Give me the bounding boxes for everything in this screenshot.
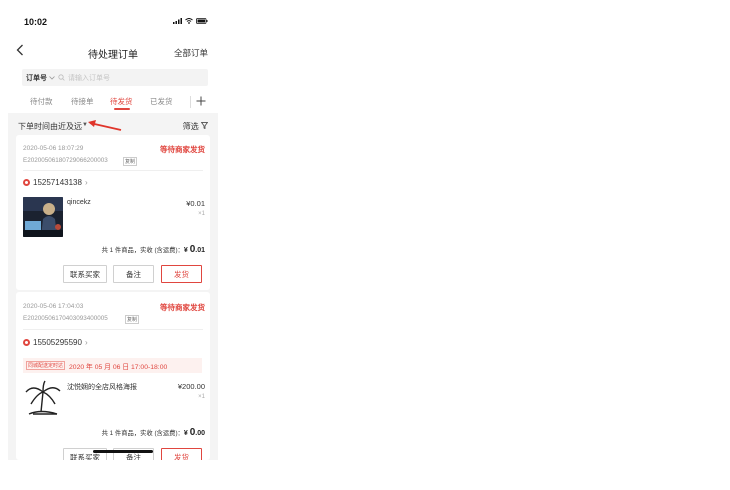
chevron-right-icon: › <box>84 178 88 187</box>
order-datetime: 2020-05-06 18:07:29 <box>23 145 84 152</box>
buyer-phone-link[interactable]: 15505295590 › <box>23 338 88 347</box>
product-name: 沈悦娴的全店风格海报 <box>67 384 137 391</box>
product-price: ¥0.01 <box>186 199 205 208</box>
all-orders-link[interactable]: 全部订单 <box>174 47 208 59</box>
system-icons <box>173 18 208 24</box>
search-bar: 订单号 请输入订单号 <box>8 66 218 92</box>
total-amount: ¥ 0.01 <box>183 244 205 255</box>
tab-shipped[interactable]: 已发货 <box>150 96 173 107</box>
wifi-icon <box>185 18 193 24</box>
search-input[interactable]: 订单号 请输入订单号 <box>22 69 208 86</box>
order-status: 等待商家发货 <box>160 145 205 154</box>
copy-order-button[interactable]: 复制 <box>125 315 140 324</box>
order-status: 等待商家发货 <box>160 303 205 312</box>
ship-button[interactable]: 发货 <box>161 265 202 283</box>
buyer-phone: 15257143138 <box>33 178 82 187</box>
tab-divider <box>190 96 191 108</box>
order-number: E20200506180729066200003 <box>23 157 108 164</box>
order-summary: 共 1 件商品，实收 (含运费)：¥ 0.00 <box>102 427 205 438</box>
add-tab-button[interactable] <box>196 91 206 109</box>
sort-arrow-icon: ▼ <box>82 122 88 128</box>
product-image <box>23 197 63 237</box>
status-time: 10:02 <box>24 17 48 27</box>
delivery-tag: 同城配送定时达 <box>26 361 66 370</box>
contact-buyer-button[interactable]: 联系买家 <box>63 265 107 283</box>
filter-button[interactable]: 筛选 <box>182 121 209 132</box>
buyer-phone-link[interactable]: 15257143138 › <box>23 178 88 187</box>
tab-pending-ship[interactable]: 待发货 <box>110 96 133 107</box>
palm-tree-icon <box>23 378 63 418</box>
delivery-schedule: 同城配送定时达 2020 年 05 月 06 日 17:00-18:00 <box>23 358 202 373</box>
product-thumbnail[interactable] <box>23 197 63 237</box>
funnel-icon <box>200 122 209 130</box>
product-quantity: ×1 <box>198 211 205 217</box>
total-dec: .01 <box>195 247 205 254</box>
search-field-select[interactable]: 订单号 <box>26 73 47 83</box>
total-dec: .00 <box>195 430 205 437</box>
sort-bar: 下单时间由近及远 ▼ 筛选 <box>8 113 218 135</box>
product-price: ¥200.00 <box>177 382 205 391</box>
filter-label: 筛选 <box>182 122 199 131</box>
order-tabs: 待付款 待接单 待发货 已发货 <box>8 92 218 113</box>
product-name: qincekz <box>67 199 91 206</box>
search-icon <box>58 74 65 81</box>
delivery-time: 2020 年 05 月 06 日 17:00-18:00 <box>69 363 168 371</box>
order-card: 2020-05-06 17:04:03 等待商家发货 E202005061704… <box>16 292 210 460</box>
search-placeholder: 请输入订单号 <box>68 74 110 82</box>
phone-screen: 10:02 待处理订单 全部订单 订单号 请输入订单号 待付款 待接单 待发货 … <box>8 8 218 460</box>
chevron-down-icon <box>49 75 55 80</box>
status-bar: 10:02 <box>8 8 218 38</box>
chevron-right-icon: › <box>84 338 88 347</box>
active-tab-indicator <box>114 108 130 110</box>
plus-icon <box>196 96 206 106</box>
summary-text: 共 1 件商品，实收 (含运费)： <box>101 430 184 437</box>
nav-bar: 待处理订单 全部订单 <box>8 38 218 66</box>
total-amount: ¥ 0.00 <box>183 427 205 438</box>
copy-order-button[interactable]: 复制 <box>123 157 138 166</box>
battery-icon <box>196 18 208 24</box>
home-indicator[interactable] <box>93 450 153 453</box>
note-button[interactable]: 备注 <box>113 265 154 283</box>
user-icon <box>23 179 30 186</box>
signal-icon <box>173 18 182 24</box>
order-number: E20200506170403093400005 <box>23 315 108 322</box>
ship-button[interactable]: 发货 <box>161 448 202 460</box>
divider <box>23 329 203 330</box>
total-currency: ¥ <box>183 247 188 254</box>
order-card: 2020-05-06 18:07:29 等待商家发货 E202005061807… <box>16 135 210 290</box>
product-quantity: ×1 <box>198 394 205 400</box>
buyer-phone: 15505295590 <box>33 338 82 347</box>
order-datetime: 2020-05-06 17:04:03 <box>23 303 84 310</box>
sort-by-time[interactable]: 下单时间由近及远 <box>18 121 82 132</box>
order-summary: 共 1 件商品，实收 (含运费)：¥ 0.01 <box>102 244 205 255</box>
summary-text: 共 1 件商品，实收 (含运费)： <box>101 247 184 254</box>
divider <box>23 170 203 171</box>
user-icon <box>23 339 30 346</box>
tab-pending-payment[interactable]: 待付款 <box>30 96 53 107</box>
tab-pending-accept[interactable]: 待接单 <box>71 96 94 107</box>
product-thumbnail[interactable] <box>23 378 63 418</box>
total-currency: ¥ <box>183 430 188 437</box>
